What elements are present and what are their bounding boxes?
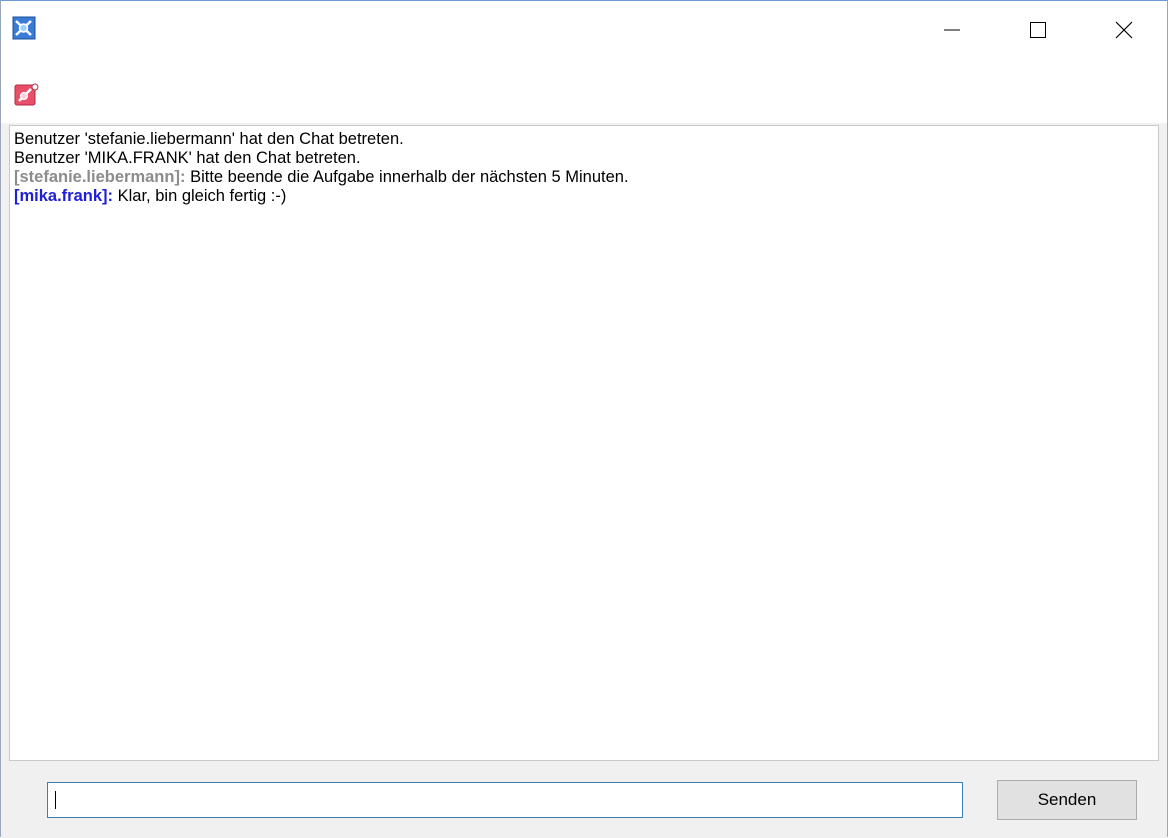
input-bar: Senden xyxy=(1,763,1167,838)
close-button[interactable] xyxy=(1101,9,1147,55)
message-text: Bitte beende die Aufgabe innerhalb der n… xyxy=(190,168,629,186)
chat-line-message: [mika.frank]: Klar, bin gleich fertig :-… xyxy=(14,187,1154,206)
close-icon xyxy=(1115,21,1133,43)
message-input[interactable] xyxy=(47,782,963,818)
maximize-icon xyxy=(1030,22,1046,42)
chat-log[interactable]: Benutzer 'stefanie.liebermann' hat den C… xyxy=(9,125,1159,761)
maximize-button[interactable] xyxy=(1015,9,1061,55)
minimize-button[interactable] xyxy=(929,9,975,55)
chat-tool-icon[interactable] xyxy=(13,81,41,109)
text-cursor xyxy=(55,791,56,809)
minimize-icon xyxy=(944,22,960,42)
title-bar[interactable] xyxy=(1,1,1167,73)
chat-line-system: Benutzer 'MIKA.FRANK' hat den Chat betre… xyxy=(14,149,361,167)
chat-line-message: [stefanie.liebermann]: Bitte beende die … xyxy=(14,168,1154,187)
message-text: Klar, bin gleich fertig :-) xyxy=(117,187,287,205)
send-button[interactable]: Senden xyxy=(997,780,1137,820)
message-sender: [mika.frank]: xyxy=(14,187,114,205)
toolbar xyxy=(1,73,1167,123)
message-sender: [stefanie.liebermann]: xyxy=(14,168,186,186)
chat-line-system: Benutzer 'stefanie.liebermann' hat den C… xyxy=(14,130,404,148)
chat-window: Benutzer 'stefanie.liebermann' hat den C… xyxy=(0,0,1168,838)
network-app-icon xyxy=(11,15,45,42)
